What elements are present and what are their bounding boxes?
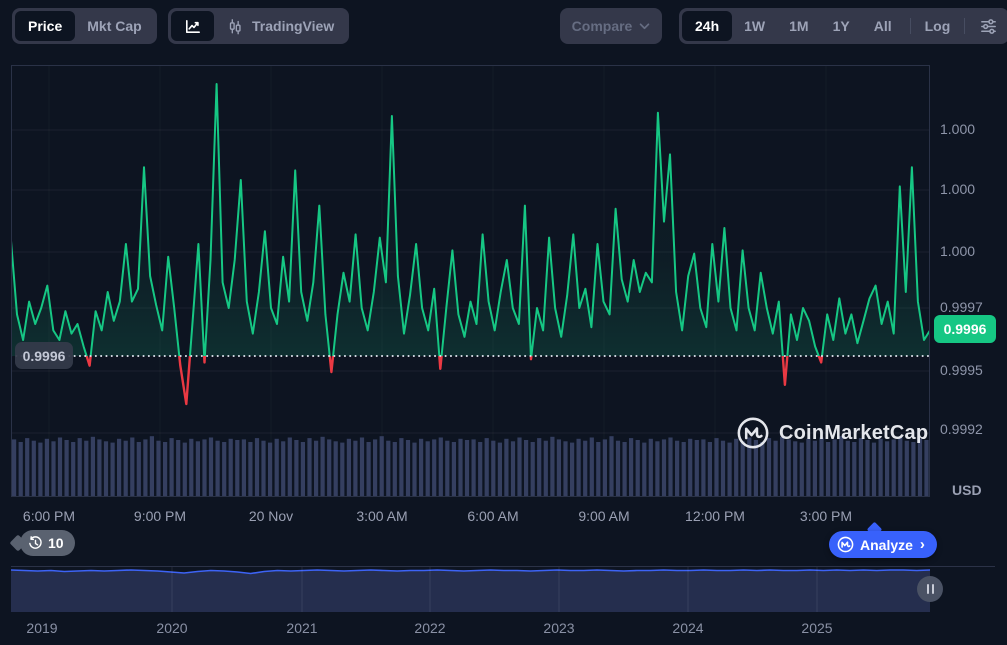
x-axis-label: 3:00 AM xyxy=(337,508,427,524)
navigator-year-label: 2022 xyxy=(400,620,460,636)
date-range-navigator[interactable] xyxy=(11,566,995,612)
y-axis-label: 1.000 xyxy=(940,121,975,137)
compare-label: Compare xyxy=(572,18,633,34)
navigator-year-label: 2024 xyxy=(658,620,718,636)
compare-dropdown[interactable]: Compare xyxy=(560,8,662,44)
range-button-1w[interactable]: 1W xyxy=(732,11,777,41)
range-button-1m[interactable]: 1M xyxy=(777,11,820,41)
tradingview-tab[interactable]: TradingView xyxy=(214,11,346,41)
y-axis-label: 0.9992 xyxy=(940,421,983,437)
range-buttons: 24h1W1M1YAll xyxy=(682,11,904,41)
navigator-year-label: 2025 xyxy=(787,620,847,636)
divider xyxy=(964,18,965,34)
analyze-label: Analyze xyxy=(860,537,913,553)
coinmarketcap-logo-icon xyxy=(837,536,854,553)
y-axis-label: 0.9995 xyxy=(940,362,983,378)
navigator-year-label: 2020 xyxy=(142,620,202,636)
navigator-year-label: 2019 xyxy=(12,620,72,636)
currency-unit-label: USD xyxy=(952,482,982,498)
sliders-icon xyxy=(979,17,998,36)
price-chart-panel: Price Mkt Cap TradingView xyxy=(0,0,1007,645)
baseline-price-badge: 0.9996 xyxy=(15,342,73,369)
range-button-24h[interactable]: 24h xyxy=(682,11,732,41)
price-mktcap-toggle: Price Mkt Cap xyxy=(12,8,157,44)
price-tab[interactable]: Price xyxy=(15,11,75,41)
divider xyxy=(910,18,911,34)
watermark-text: CoinMarketCap xyxy=(779,422,928,445)
analyze-button[interactable]: Analyze › xyxy=(829,531,937,558)
x-axis-label: 3:00 PM xyxy=(781,508,871,524)
y-axis-label: 0.9997 xyxy=(940,299,983,315)
range-button-1y[interactable]: 1Y xyxy=(821,11,862,41)
mktcap-tab[interactable]: Mkt Cap xyxy=(75,11,153,41)
tradingview-label: TradingView xyxy=(252,18,334,34)
navigator-drag-handle[interactable] xyxy=(917,576,943,602)
x-axis-label: 9:00 PM xyxy=(115,508,205,524)
chevron-down-icon xyxy=(639,23,650,30)
line-chart-tab[interactable] xyxy=(171,11,214,41)
x-axis-label: 12:00 PM xyxy=(670,508,760,524)
x-axis-label: 20 Nov xyxy=(226,508,316,524)
chevron-right-icon: › xyxy=(920,536,925,553)
x-axis-label: 6:00 PM xyxy=(4,508,94,524)
current-price-badge: 0.9996 xyxy=(934,315,996,343)
x-axis-label: 9:00 AM xyxy=(559,508,649,524)
x-axis-label: 6:00 AM xyxy=(448,508,538,524)
log-scale-button[interactable]: Log xyxy=(917,11,959,41)
history-count: 10 xyxy=(48,535,64,551)
coinmarketcap-logo-icon xyxy=(736,416,770,450)
chart-settings-button[interactable] xyxy=(971,11,1006,41)
time-range-group: 24h1W1M1YAll Log xyxy=(679,8,1007,44)
history-badge[interactable]: 10 xyxy=(20,530,75,556)
y-axis-label: 1.000 xyxy=(940,181,975,197)
candlestick-icon xyxy=(226,17,244,36)
y-axis-label: 1.000 xyxy=(940,243,975,259)
navigator-year-label: 2021 xyxy=(272,620,332,636)
range-button-all[interactable]: All xyxy=(862,11,904,41)
navigator-year-label: 2023 xyxy=(529,620,589,636)
clock-history-icon xyxy=(28,536,43,551)
line-chart-icon xyxy=(183,17,202,36)
chart-type-toggle: TradingView xyxy=(168,8,349,44)
coinmarketcap-watermark: CoinMarketCap xyxy=(736,416,928,450)
